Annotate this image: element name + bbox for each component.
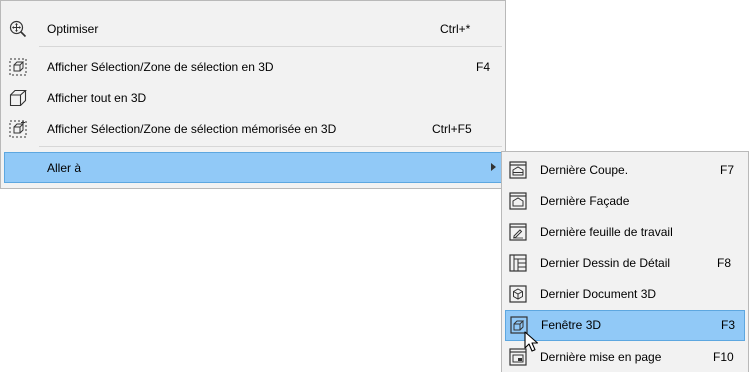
- submenu-item-label: Fenêtre 3D: [541, 318, 602, 332]
- submenu-item-shortcut: F10: [713, 350, 734, 364]
- menu-separator: [39, 146, 502, 147]
- submenu-item-label: Dernier Dessin de Détail: [540, 256, 671, 270]
- submenu-item-label: Dernier Document 3D: [540, 287, 657, 301]
- submenu-item-last-3d-document[interactable]: Dernier Document 3D: [505, 279, 745, 309]
- submenu-item-last-elevation[interactable]: Dernière Façade: [505, 186, 745, 216]
- menu-item-shortcut: Ctrl+F5: [432, 122, 472, 136]
- worksheet-window-icon: [509, 223, 527, 241]
- menu-item-label: Optimiser: [47, 22, 99, 36]
- 3d-document-window-icon: [509, 285, 527, 303]
- submenu-item-last-section[interactable]: Dernière Coupe. F7: [505, 155, 745, 185]
- submenu-item-label: Dernière Façade: [540, 194, 630, 208]
- menu-separator: [39, 46, 502, 47]
- menu-item-label: Aller à: [47, 161, 82, 175]
- menu-item-shortcut: F4: [476, 60, 491, 74]
- menu-item-show-selection-3d[interactable]: Afficher Sélection/Zone de sélection en …: [4, 52, 502, 82]
- view-context-menu: Optimiser Ctrl+* Afficher Sélection/Zone…: [0, 0, 506, 189]
- menu-item-show-all-3d[interactable]: Afficher tout en 3D: [4, 83, 502, 113]
- menu-item-show-stored-selection-3d[interactable]: Afficher Sélection/Zone de sélection mém…: [4, 114, 502, 144]
- submenu-item-shortcut: F8: [717, 256, 732, 270]
- submenu-item-last-worksheet[interactable]: Dernière feuille de travail: [505, 217, 745, 247]
- submenu-item-shortcut: F7: [720, 163, 735, 177]
- menu-item-label: Afficher Sélection/Zone de sélection mém…: [47, 122, 337, 136]
- zoom-fit-icon: [9, 20, 27, 38]
- section-window-icon: [509, 161, 527, 179]
- submenu-item-last-detail[interactable]: Dernier Dessin de Détail F8: [505, 248, 745, 278]
- cube-icon: [9, 89, 27, 107]
- elevation-window-icon: [509, 192, 527, 210]
- submenu-item-last-layout[interactable]: Dernière mise en page F10: [505, 342, 745, 372]
- submenu-item-label: Dernière feuille de travail: [540, 225, 673, 239]
- menu-item-aller-a[interactable]: Aller à: [4, 152, 502, 183]
- menu-item-label: Afficher tout en 3D: [47, 91, 147, 105]
- mouse-cursor-icon: [524, 331, 539, 352]
- submenu-arrow-icon: [491, 163, 496, 171]
- menu-item-shortcut: Ctrl+*: [440, 22, 471, 36]
- submenu-item-label: Dernière mise en page: [540, 350, 662, 364]
- menu-item-optimiser[interactable]: Optimiser Ctrl+*: [4, 14, 502, 44]
- selection-3d-icon: [9, 58, 27, 76]
- stored-selection-3d-icon: [9, 120, 27, 138]
- menu-item-label: Afficher Sélection/Zone de sélection en …: [47, 60, 274, 74]
- submenu-item-shortcut: F3: [721, 318, 736, 332]
- submenu-item-3d-window[interactable]: Fenêtre 3D F3: [505, 310, 745, 341]
- detail-window-icon: [509, 254, 527, 272]
- submenu-item-label: Dernière Coupe.: [540, 163, 629, 177]
